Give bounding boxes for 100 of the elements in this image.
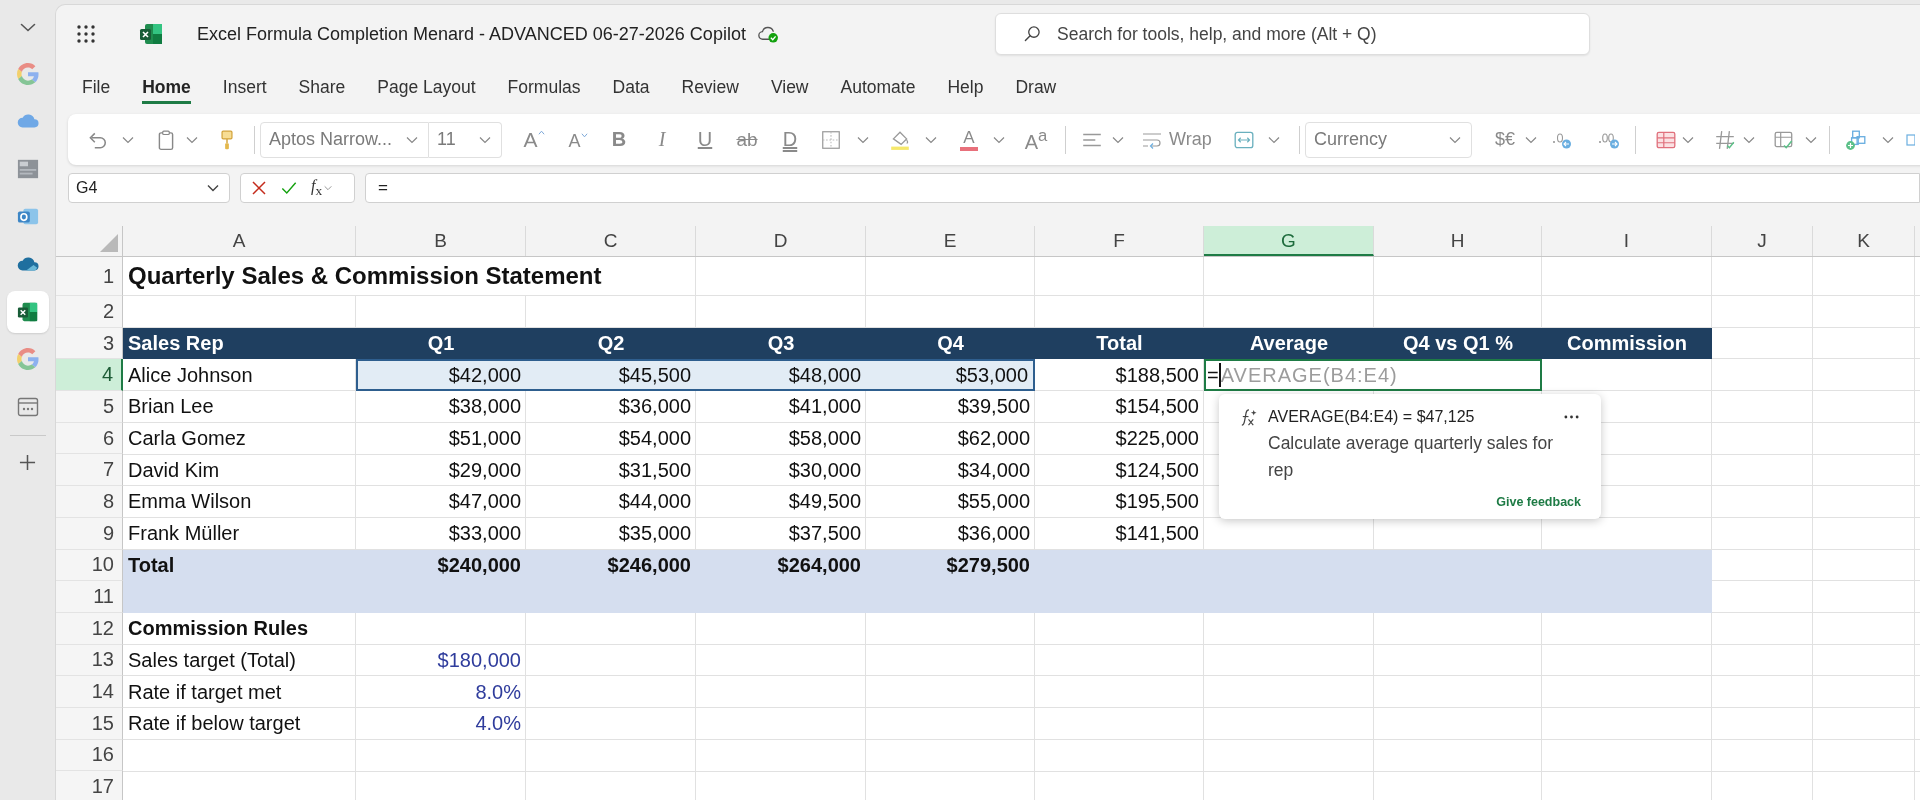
ribbon-tab[interactable]: Page Layout [377, 63, 476, 104]
row-number[interactable]: 12 [56, 612, 123, 645]
row-number[interactable]: 14 [56, 676, 123, 708]
spreadsheet-logo-icon [139, 22, 163, 46]
search-field[interactable]: Search for tools, help, and more (Alt + Q) [995, 13, 1590, 55]
formula-input[interactable]: = [365, 173, 1920, 203]
row-number[interactable]: 13 [56, 644, 123, 677]
caret-down-icon[interactable] [857, 135, 869, 144]
borders-icon[interactable] [820, 128, 842, 151]
function-sparkle-icon [1239, 407, 1258, 427]
column-heading: Total [1095, 331, 1144, 357]
insert-function-button[interactable]: f$_{x}$ [311, 176, 333, 200]
cell-editor[interactable]: =AVERAGE(B4:E4) [1204, 359, 1542, 392]
row-number[interactable]: 1 [56, 257, 123, 296]
column-header[interactable]: I [1542, 226, 1712, 256]
caret-down-icon [580, 132, 588, 138]
typed-text: = [1207, 363, 1219, 387]
font-name-dropdown[interactable]: Aptos Narrow... [260, 121, 429, 158]
grid-menu-icon[interactable] [77, 25, 95, 43]
sheet-cell-text: $33,000 [447, 521, 522, 547]
row-number[interactable]: 17 [56, 771, 123, 800]
hash-grid-icon[interactable] [1714, 128, 1736, 151]
caret-down-icon[interactable] [1525, 135, 1537, 144]
sheet-cell-text: $29,000 [447, 457, 522, 483]
caret-down-icon[interactable] [186, 135, 198, 144]
column-header[interactable]: A [123, 226, 356, 256]
caret-down-icon[interactable] [1682, 135, 1694, 144]
column-header[interactable]: C [526, 226, 696, 256]
caret-down-icon[interactable] [1882, 135, 1894, 144]
sheet-cell-text: $47,000 [447, 489, 522, 515]
column-header[interactable]: B [356, 226, 526, 256]
plus-icon[interactable] [19, 453, 36, 471]
caret-down-icon[interactable] [925, 135, 937, 144]
caret-down-icon[interactable] [122, 135, 134, 144]
column-header[interactable]: H [1374, 226, 1542, 256]
ribbon-tab[interactable]: Review [681, 63, 739, 104]
ribbon-tab[interactable]: View [770, 63, 809, 104]
row-number[interactable]: 5 [56, 391, 123, 423]
font-size-dropdown[interactable]: 11 [429, 121, 502, 158]
row-number[interactable]: 11 [56, 581, 123, 613]
column-header[interactable]: D [696, 226, 866, 256]
sheet-cell-text: $41,000 [787, 394, 862, 420]
more-icon[interactable] [1564, 415, 1579, 419]
text-effects-button[interactable]: A$^{a}$ [1023, 125, 1049, 154]
column-header[interactable]: K [1813, 226, 1915, 256]
ribbon-tab[interactable]: Formulas [507, 63, 581, 104]
thumbnail-icon[interactable] [16, 158, 39, 180]
ribbon-tab[interactable]: File [82, 63, 111, 104]
currency-button[interactable]: $€ [1490, 129, 1520, 150]
row-number[interactable]: 16 [56, 739, 123, 772]
sheet-cell-text: $55,000 [956, 489, 1031, 515]
row-number[interactable]: 7 [56, 454, 123, 487]
ribbon-tab[interactable]: Draw [1015, 63, 1057, 104]
ribbon-tab[interactable]: Help [947, 63, 984, 104]
caret-down-icon [207, 184, 219, 192]
column-header[interactable]: J [1712, 226, 1813, 256]
column-header[interactable]: E [866, 226, 1035, 256]
row-number[interactable]: 6 [56, 422, 123, 455]
row-number[interactable]: 2 [56, 296, 123, 328]
caret-down-icon[interactable] [1268, 135, 1280, 144]
sheet-cell-text: $36,000 [617, 394, 692, 420]
sheet-cell-text: Alice Johnson [127, 362, 254, 388]
g-icon[interactable] [16, 62, 39, 85]
ribbon-tab[interactable]: Insert [222, 63, 267, 104]
caret-down-icon[interactable] [1743, 135, 1755, 144]
sheet-cell-text: Emma Wilson [127, 489, 253, 515]
suggestion-description: Calculate average quarterly sales for rep [1268, 432, 1554, 482]
caret-down-icon[interactable] [1805, 135, 1817, 144]
spreadsheet-app-icon[interactable] [6, 290, 49, 333]
ribbon-tab[interactable]: Share [298, 63, 346, 104]
row-number[interactable]: 8 [56, 486, 123, 518]
cloud-check-icon[interactable] [757, 25, 779, 43]
name-box[interactable]: G4 [68, 173, 230, 203]
dotted-window-icon[interactable] [16, 395, 39, 418]
row-number[interactable]: 10 [56, 549, 123, 582]
row-number[interactable]: 3 [56, 327, 123, 360]
number-format-dropdown[interactable]: Currency [1305, 121, 1472, 158]
row-number[interactable]: 9 [56, 517, 123, 550]
sheet-cell: $48,000 [696, 359, 866, 392]
chevron-down-icon[interactable] [19, 22, 36, 32]
feedback-link[interactable]: Give feedback [1496, 495, 1581, 509]
caret-down-icon[interactable] [993, 135, 1005, 144]
row-number[interactable]: 15 [56, 707, 123, 740]
row-number[interactable]: 4 [56, 359, 123, 392]
caret-down-icon[interactable] [1112, 135, 1124, 144]
sheet-cell-text: $188,500 [1114, 362, 1200, 388]
ribbon-tab[interactable]: Home [142, 63, 191, 104]
shapes-plus-icon[interactable] [1845, 128, 1867, 151]
ribbon-tab[interactable]: Automate [840, 63, 916, 104]
ribbon-tab[interactable]: Data [612, 63, 650, 104]
g-icon[interactable] [16, 348, 39, 371]
column-heading: Q4 vs Q1 % [1401, 331, 1515, 357]
cancel-icon[interactable] [251, 180, 267, 196]
column-header[interactable]: G [1204, 226, 1374, 256]
check-icon[interactable] [281, 180, 297, 196]
strikethrough-button[interactable]: ab [732, 128, 762, 151]
sheet-cell: $53,000 [866, 359, 1035, 392]
sheet-cell-text: Sales target (Total) [127, 647, 297, 673]
caret-down-icon [406, 135, 418, 144]
select-all-icon[interactable] [100, 234, 118, 252]
